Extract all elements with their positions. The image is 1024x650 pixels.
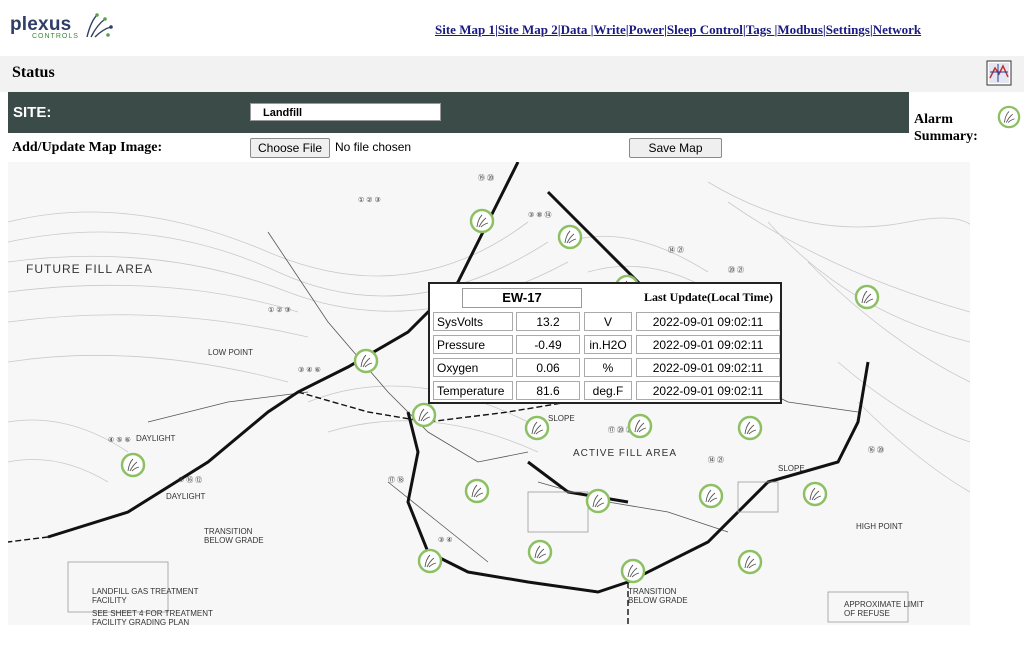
well-marker[interactable]: [411, 402, 437, 428]
nav-tags[interactable]: Tags: [746, 22, 775, 37]
row-value: 13.2: [516, 312, 580, 331]
transition-label: TRANSITION BELOW GRADE: [204, 527, 264, 545]
slope-label: SLOPE: [548, 414, 575, 423]
svg-text:① ② ③: ① ② ③: [268, 306, 291, 314]
file-status: No file chosen: [335, 140, 412, 154]
last-update-header: Last Update(Local Time): [644, 290, 773, 304]
svg-text:⑯ ⑳: ⑯ ⑳: [868, 446, 884, 454]
map-image-label: Add/Update Map Image:: [12, 140, 163, 155]
nav-power[interactable]: Power: [629, 22, 664, 37]
row-time: 2022-09-01 09:02:11: [636, 381, 780, 400]
main-nav: Site Map 1|Site Map 2|Data |Write|Power|…: [435, 22, 922, 37]
well-name: EW-17: [462, 288, 582, 308]
high-point-label: HIGH POINT: [856, 522, 903, 531]
status-title: Status: [12, 64, 55, 81]
status-bar: [0, 56, 1024, 92]
nav-network[interactable]: Network: [873, 22, 921, 37]
nav-sleep-control[interactable]: Sleep Control: [667, 22, 743, 37]
nav-data[interactable]: Data: [561, 22, 591, 37]
site-select[interactable]: Landfill: [250, 103, 441, 121]
nav-site-map-1[interactable]: Site Map 1: [435, 22, 495, 37]
row-unit: deg.F: [584, 381, 632, 400]
svg-text:⑰ ⑱: ⑰ ⑱: [388, 476, 404, 484]
svg-text:⑲ ⑳: ⑲ ⑳: [478, 174, 494, 182]
nav-site-map-2[interactable]: Site Map 2: [498, 22, 558, 37]
well-marker[interactable]: [698, 483, 724, 509]
row-time: 2022-09-01 09:02:11: [636, 335, 780, 354]
row-unit: V: [584, 312, 632, 331]
active-fill-label: ACTIVE FILL AREA: [573, 448, 677, 459]
daylight-label-2: DAYLIGHT: [166, 492, 206, 501]
see-sheet-label: SEE SHEET 4 FOR TREATMENT FACILITY GRADI…: [92, 609, 213, 625]
row-value: -0.49: [516, 335, 580, 354]
alarm-summary-icon[interactable]: [997, 105, 1021, 129]
svg-text:⑭ ㉑: ⑭ ㉑: [668, 246, 684, 254]
svg-text:③ ④: ③ ④: [438, 536, 453, 544]
row-value: 0.06: [516, 358, 580, 377]
logo-spark-icon: [86, 13, 113, 38]
site-bar: [8, 92, 909, 133]
future-fill-label: FUTURE FILL AREA: [26, 262, 153, 276]
well-marker[interactable]: [585, 488, 611, 514]
well-marker[interactable]: [620, 558, 646, 584]
row-label: Oxygen: [433, 358, 513, 377]
well-marker[interactable]: [627, 413, 653, 439]
lfg-facility-label: LANDFILL GAS TREATMENT FACILITY: [92, 587, 199, 605]
map-edit-icon[interactable]: [986, 60, 1012, 86]
well-marker[interactable]: [737, 415, 763, 441]
svg-text:⑭ ㉑: ⑭ ㉑: [708, 456, 724, 464]
limit-of-refuse-label: APPROXIMATE LIMIT OF REFUSE: [844, 600, 924, 618]
daylight-label: DAYLIGHT: [136, 434, 176, 443]
transition-label-2: TRANSITION BELOW GRADE: [628, 587, 688, 605]
svg-text:④ ⑤ ⑥: ④ ⑤ ⑥: [108, 436, 131, 444]
well-marker[interactable]: [469, 208, 495, 234]
well-marker[interactable]: [737, 549, 763, 575]
row-label: Temperature: [433, 381, 513, 400]
well-marker[interactable]: [120, 452, 146, 478]
svg-text:③ ④ ⑥: ③ ④ ⑥: [298, 366, 321, 374]
save-map-button[interactable]: Save Map: [629, 138, 722, 158]
well-marker[interactable]: [524, 415, 550, 441]
well-marker[interactable]: [353, 348, 379, 374]
row-label: SysVolts: [433, 312, 513, 331]
row-unit: in.H2O: [584, 335, 632, 354]
alarm-summary-label: Alarm Summary:: [914, 112, 978, 144]
plexus-logo: plexus CONTROLS: [10, 13, 113, 40]
slope-label-2: SLOPE: [778, 464, 805, 473]
row-value: 81.6: [516, 381, 580, 400]
svg-text:③ ⑧ ⑭: ③ ⑧ ⑭: [528, 211, 551, 219]
row-unit: %: [584, 358, 632, 377]
row-label: Pressure: [433, 335, 513, 354]
row-time: 2022-09-01 09:02:11: [636, 312, 780, 331]
row-time: 2022-09-01 09:02:11: [636, 358, 780, 377]
well-marker[interactable]: [527, 539, 553, 565]
well-marker[interactable]: [417, 548, 443, 574]
svg-text:④ ⑯ ⑫: ④ ⑯ ⑫: [178, 476, 202, 484]
nav-write[interactable]: Write: [594, 22, 626, 37]
nav-settings[interactable]: Settings: [826, 22, 870, 37]
well-info-popup: EW-17 Last Update(Local Time) SysVolts 1…: [428, 282, 782, 404]
site-label: SITE:: [13, 104, 52, 121]
low-point-label: LOW POINT: [208, 348, 253, 357]
well-marker[interactable]: [557, 224, 583, 250]
well-marker[interactable]: [464, 478, 490, 504]
svg-text:⑳ ㉑: ⑳ ㉑: [728, 266, 744, 274]
well-marker[interactable]: [802, 481, 828, 507]
well-marker[interactable]: [854, 284, 880, 310]
nav-modbus[interactable]: Modbus: [777, 22, 823, 37]
svg-text:① ② ③: ① ② ③: [358, 196, 381, 204]
choose-file-button[interactable]: Choose File: [250, 138, 330, 158]
top-bar: plexus CONTROLS Site Map 1|Site Map 2|Da…: [0, 0, 1024, 56]
